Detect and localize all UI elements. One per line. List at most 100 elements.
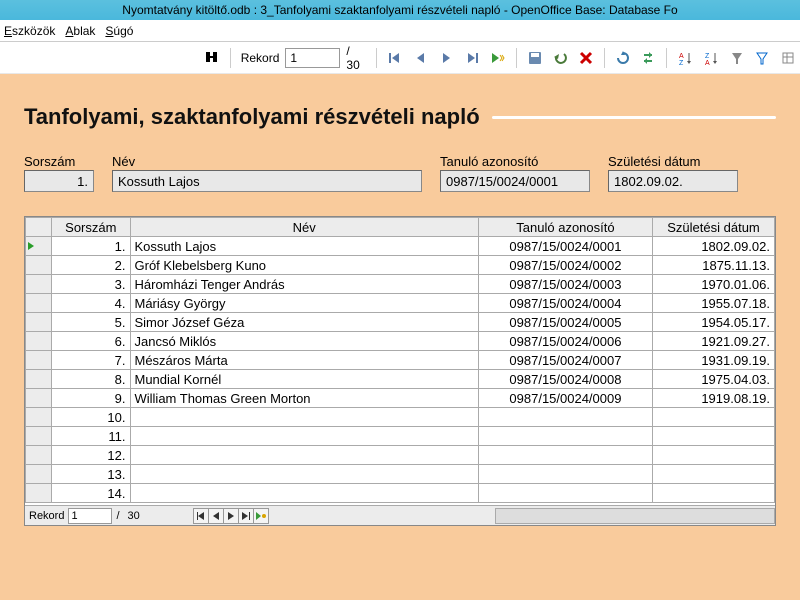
- row-selector[interactable]: [26, 332, 52, 351]
- cell-nev[interactable]: Mundial Kornél: [130, 370, 478, 389]
- cell-sorszam[interactable]: 4.: [52, 294, 130, 313]
- cell-szul[interactable]: [653, 446, 775, 465]
- cell-sorszam[interactable]: 9.: [52, 389, 130, 408]
- row-selector[interactable]: [26, 275, 52, 294]
- table-row[interactable]: 3.Háromházi Tenger András0987/15/0024/00…: [26, 275, 775, 294]
- cell-sorszam[interactable]: 12.: [52, 446, 130, 465]
- cell-sorszam[interactable]: 1.: [52, 237, 130, 256]
- table-row[interactable]: 6.Jancsó Miklós0987/15/0024/00061921.09.…: [26, 332, 775, 351]
- cell-szul[interactable]: 1975.04.03.: [653, 370, 775, 389]
- table-row[interactable]: 14.: [26, 484, 775, 503]
- row-selector[interactable]: [26, 313, 52, 332]
- grid-header-tan[interactable]: Tanuló azonosító: [478, 218, 652, 237]
- table-row[interactable]: 4.Máriásy György0987/15/0024/00041955.07…: [26, 294, 775, 313]
- grid-header-szul[interactable]: Születési dátum: [653, 218, 775, 237]
- cell-szul[interactable]: 1931.09.19.: [653, 351, 775, 370]
- table-row[interactable]: 5.Simor József Géza0987/15/0024/00051954…: [26, 313, 775, 332]
- cell-szul[interactable]: [653, 484, 775, 503]
- cell-tan[interactable]: [478, 446, 652, 465]
- autofilter-icon[interactable]: [725, 46, 749, 70]
- refresh-icon[interactable]: [611, 46, 635, 70]
- new-record-icon[interactable]: [486, 46, 510, 70]
- row-selector[interactable]: [26, 256, 52, 275]
- table-row[interactable]: 12.: [26, 446, 775, 465]
- grid-first-icon[interactable]: [193, 508, 209, 524]
- grid-hscroll[interactable]: [495, 508, 775, 524]
- cell-tan[interactable]: [478, 427, 652, 446]
- cell-tan[interactable]: 0987/15/0024/0002: [478, 256, 652, 275]
- cell-tan[interactable]: 0987/15/0024/0008: [478, 370, 652, 389]
- cell-sorszam[interactable]: 8.: [52, 370, 130, 389]
- cell-tan[interactable]: 0987/15/0024/0004: [478, 294, 652, 313]
- table-row[interactable]: 8.Mundial Kornél0987/15/0024/00081975.04…: [26, 370, 775, 389]
- menu-help[interactable]: Súgó: [105, 24, 133, 38]
- cell-nev[interactable]: [130, 484, 478, 503]
- filter-icon[interactable]: [750, 46, 774, 70]
- cell-tan[interactable]: 0987/15/0024/0007: [478, 351, 652, 370]
- undo-icon[interactable]: [548, 46, 572, 70]
- table-row[interactable]: 11.: [26, 427, 775, 446]
- row-selector[interactable]: [26, 351, 52, 370]
- table-row[interactable]: 7.Mészáros Márta0987/15/0024/00071931.09…: [26, 351, 775, 370]
- cell-tan[interactable]: [478, 465, 652, 484]
- sorszam-input[interactable]: [24, 170, 94, 192]
- grid-nav-input[interactable]: [68, 508, 112, 524]
- row-selector[interactable]: [26, 484, 52, 503]
- cell-szul[interactable]: 1875.11.13.: [653, 256, 775, 275]
- cell-sorszam[interactable]: 7.: [52, 351, 130, 370]
- row-selector[interactable]: [26, 465, 52, 484]
- cell-nev[interactable]: Mészáros Márta: [130, 351, 478, 370]
- nev-input[interactable]: [112, 170, 422, 192]
- cell-tan[interactable]: 0987/15/0024/0006: [478, 332, 652, 351]
- cell-szul[interactable]: [653, 427, 775, 446]
- cell-nev[interactable]: [130, 408, 478, 427]
- cell-sorszam[interactable]: 10.: [52, 408, 130, 427]
- row-selector[interactable]: [26, 427, 52, 446]
- cell-nev[interactable]: Kossuth Lajos: [130, 237, 478, 256]
- cell-szul[interactable]: 1970.01.06.: [653, 275, 775, 294]
- cell-sorszam[interactable]: 3.: [52, 275, 130, 294]
- grid-scroll[interactable]: Sorszám Név Tanuló azonosító Születési d…: [25, 217, 775, 505]
- cell-tan[interactable]: 0987/15/0024/0003: [478, 275, 652, 294]
- cell-szul[interactable]: 1954.05.17.: [653, 313, 775, 332]
- last-record-icon[interactable]: [460, 46, 484, 70]
- sort-desc-icon[interactable]: ZA: [699, 46, 723, 70]
- cell-nev[interactable]: Máriásy György: [130, 294, 478, 313]
- table-row[interactable]: 1.Kossuth Lajos0987/15/0024/00011802.09.…: [26, 237, 775, 256]
- cell-szul[interactable]: 1802.09.02.: [653, 237, 775, 256]
- cell-nev[interactable]: [130, 427, 478, 446]
- cell-tan[interactable]: [478, 484, 652, 503]
- sort-icon[interactable]: [776, 46, 800, 70]
- cell-sorszam[interactable]: 5.: [52, 313, 130, 332]
- first-record-icon[interactable]: [383, 46, 407, 70]
- szul-input[interactable]: [608, 170, 738, 192]
- grid-header-nev[interactable]: Név: [130, 218, 478, 237]
- cell-tan[interactable]: 0987/15/0024/0009: [478, 389, 652, 408]
- table-row[interactable]: 2.Gróf Klebelsberg Kuno0987/15/0024/0002…: [26, 256, 775, 275]
- cell-nev[interactable]: Gróf Klebelsberg Kuno: [130, 256, 478, 275]
- prev-record-icon[interactable]: [409, 46, 433, 70]
- grid-next-icon[interactable]: [223, 508, 239, 524]
- cell-nev[interactable]: Simor József Géza: [130, 313, 478, 332]
- row-selector[interactable]: [26, 294, 52, 313]
- row-selector[interactable]: [26, 370, 52, 389]
- row-selector[interactable]: [26, 389, 52, 408]
- cell-szul[interactable]: 1955.07.18.: [653, 294, 775, 313]
- refresh-arrows-icon[interactable]: [637, 46, 661, 70]
- cell-szul[interactable]: [653, 465, 775, 484]
- cell-tan[interactable]: 0987/15/0024/0005: [478, 313, 652, 332]
- cell-sorszam[interactable]: 2.: [52, 256, 130, 275]
- row-selector[interactable]: [26, 446, 52, 465]
- cell-sorszam[interactable]: 11.: [52, 427, 130, 446]
- cell-nev[interactable]: [130, 465, 478, 484]
- cell-tan[interactable]: [478, 408, 652, 427]
- find-icon[interactable]: [200, 46, 224, 70]
- next-record-icon[interactable]: [435, 46, 459, 70]
- grid-new-icon[interactable]: [253, 508, 269, 524]
- cell-szul[interactable]: 1919.08.19.: [653, 389, 775, 408]
- grid-prev-icon[interactable]: [208, 508, 224, 524]
- cell-szul[interactable]: [653, 408, 775, 427]
- sort-asc-icon[interactable]: AZ: [673, 46, 697, 70]
- cell-nev[interactable]: Jancsó Miklós: [130, 332, 478, 351]
- cell-sorszam[interactable]: 14.: [52, 484, 130, 503]
